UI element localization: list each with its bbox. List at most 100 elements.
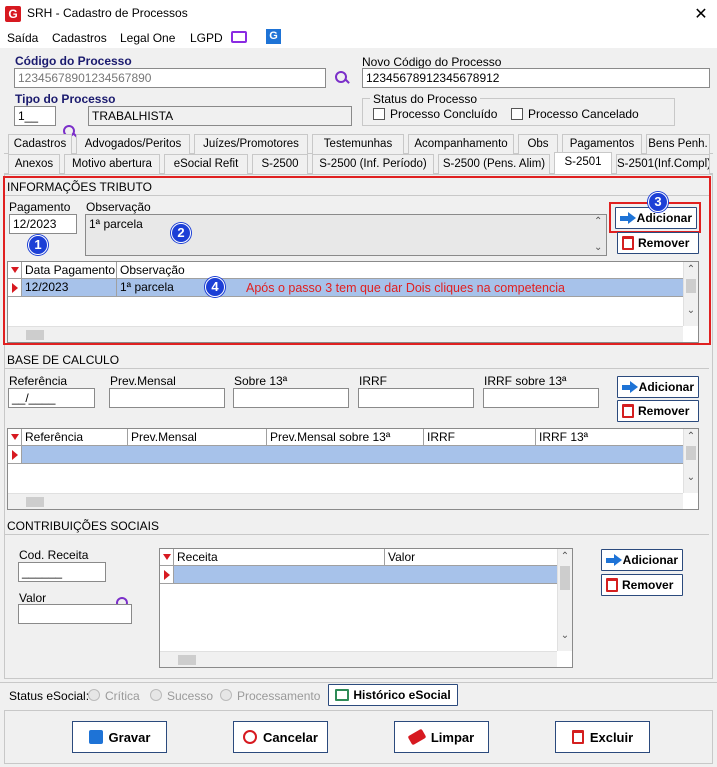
pagamento-field[interactable]: 12/2023 [9,214,77,234]
trash-icon [622,404,634,418]
base-remove-button[interactable]: Remover [617,400,699,422]
tributo-vscroll[interactable]: ⌃ ⌄ [683,262,698,326]
base-grid[interactable]: Referência Prev.Mensal Prev.Mensal sobre… [7,428,699,510]
menu-cadastros[interactable]: Cadastros [52,31,107,45]
tab-obs[interactable]: Obs [518,134,558,154]
referencia-field[interactable]: __/____ [8,388,95,408]
cancelado-checkbox[interactable] [511,108,523,120]
tab-cadastros[interactable]: Cadastros [8,134,72,154]
base-remove-label: Remover [638,404,690,418]
search-icon[interactable] [334,70,350,86]
gravar-button[interactable]: Gravar [72,721,167,753]
tributo-grid[interactable]: Data Pagamento Observação 12/2023 1ª par… [7,261,699,343]
tab-s2500-inf-periodo[interactable]: S-2500 (Inf. Período) [312,154,434,174]
table-row[interactable] [8,446,698,464]
menu-saida[interactable]: Saída [7,31,38,45]
col-data-pagamento[interactable]: Data Pagamento [22,262,117,278]
tab-bens-penh[interactable]: Bens Penh. [646,134,710,154]
historico-esocial-button[interactable]: Histórico eSocial [328,684,458,706]
observacao-label: Observação [86,200,151,214]
tributo-remove-label: Remover [638,236,690,250]
observacao-scroll-down-icon[interactable]: ⌄ [594,242,602,253]
observacao-field[interactable]: 1ª parcela [85,214,607,256]
cell-data-pagamento[interactable]: 12/2023 [22,279,117,296]
grid-corner-icon [8,429,22,445]
tributo-grid-header: Data Pagamento Observação [8,262,698,279]
menu-lgpd[interactable]: LGPD [190,31,223,45]
grid-corner-icon [160,549,174,565]
status-label: Status do Processo [370,92,481,106]
tipo-code-field[interactable]: 1__ [14,106,56,126]
table-row[interactable] [160,566,572,584]
sobre13-field[interactable] [233,388,349,408]
codigo-field[interactable]: 12345678901234567890 [14,68,326,88]
eraser-icon [407,728,427,746]
radio-critica[interactable] [88,689,100,701]
tab-s2501[interactable]: S-2501 [554,152,612,174]
observacao-scroll-up-icon[interactable]: ⌃ [594,216,602,227]
arrow-right-icon [622,381,638,393]
close-icon[interactable]: ✕ [691,4,711,24]
trash-icon [571,730,584,744]
valor-field[interactable] [18,604,132,624]
divider [5,195,709,196]
menu-legal-one[interactable]: Legal One [120,31,175,45]
radio-sucesso[interactable] [150,689,162,701]
prev-mensal-field[interactable] [109,388,225,408]
critica-label: Crítica [105,689,140,703]
irrf-field[interactable] [358,388,474,408]
annotation-text: Após o passo 3 tem que dar Dois cliques … [246,281,565,295]
base-calculo-title: BASE DE CALCULO [7,353,120,367]
contribuicoes-grid[interactable]: Receita Valor ⌃ ⌄ [159,548,573,668]
col-irrf[interactable]: IRRF [424,429,536,445]
tab-testemunhas[interactable]: Testemunhas [312,134,404,154]
callout-4: 4 [205,277,225,297]
tab-s2500[interactable]: S-2500 [252,154,308,174]
col-prev-mensal[interactable]: Prev.Mensal [128,429,267,445]
contrib-remove-button[interactable]: Remover [601,574,683,596]
col-receita[interactable]: Receita [174,549,385,565]
contrib-add-button[interactable]: Adicionar [601,549,683,571]
limpar-button[interactable]: Limpar [394,721,489,753]
tab-pagamentos[interactable]: Pagamentos [562,134,642,154]
col-valor[interactable]: Valor [385,549,549,565]
monitor-icon[interactable] [231,31,247,43]
concluido-checkbox[interactable] [373,108,385,120]
novo-codigo-field[interactable]: 12345678912345678912 [362,68,710,88]
tab-s2500-pens-alim[interactable]: S-2500 (Pens. Alim) [438,154,550,174]
irrf13-field[interactable] [483,388,599,408]
tributo-hscroll[interactable] [8,326,683,342]
contribuicoes-vscroll[interactable]: ⌃ ⌄ [557,549,572,651]
window-title: SRH - Cadastro de Processos [27,6,188,20]
base-vscroll[interactable]: ⌃ ⌄ [683,429,698,493]
tab-acompanhamento[interactable]: Acompanhamento [408,134,514,154]
valor-label: Valor [19,591,47,605]
base-add-button[interactable]: Adicionar [617,376,699,398]
tab-motivo-abertura[interactable]: Motivo abertura [64,154,160,174]
tabs-row-2: Anexos Motivo abertura eSocial Refit S-2… [4,152,713,174]
tab-juizes[interactable]: Juízes/Promotores [194,134,308,154]
col-referencia[interactable]: Referência [22,429,128,445]
col-observacao[interactable]: Observação [117,262,685,278]
tab-anexos[interactable]: Anexos [8,154,60,174]
cod-receita-field[interactable]: ______ [18,562,106,582]
tab-s2501-inf-compl[interactable]: S-2501(Inf.Compl) [616,154,710,174]
cancelar-button[interactable]: Cancelar [233,721,328,753]
tab-esocial-refit[interactable]: eSocial Refit [164,154,248,174]
radio-processamento[interactable] [220,689,232,701]
tipo-label: Tipo do Processo [15,92,116,106]
history-icon [335,689,350,701]
gravar-label: Gravar [108,729,151,745]
row-pointer-icon [160,566,174,583]
save-icon [88,730,103,744]
tab-advogados[interactable]: Advogados/Peritos [76,134,190,154]
app-g-icon[interactable]: G [266,29,281,44]
col-irrf-13[interactable]: IRRF 13ª [536,429,684,445]
col-prev-mensal-13[interactable]: Prev.Mensal sobre 13ª [267,429,424,445]
base-hscroll[interactable] [8,493,683,509]
contribuicoes-hscroll[interactable] [160,651,557,667]
irrf13-label: IRRF sobre 13ª [484,374,567,388]
base-grid-header: Referência Prev.Mensal Prev.Mensal sobre… [8,429,698,446]
excluir-button[interactable]: Excluir [555,721,650,753]
tributo-remove-button[interactable]: Remover [617,232,699,254]
